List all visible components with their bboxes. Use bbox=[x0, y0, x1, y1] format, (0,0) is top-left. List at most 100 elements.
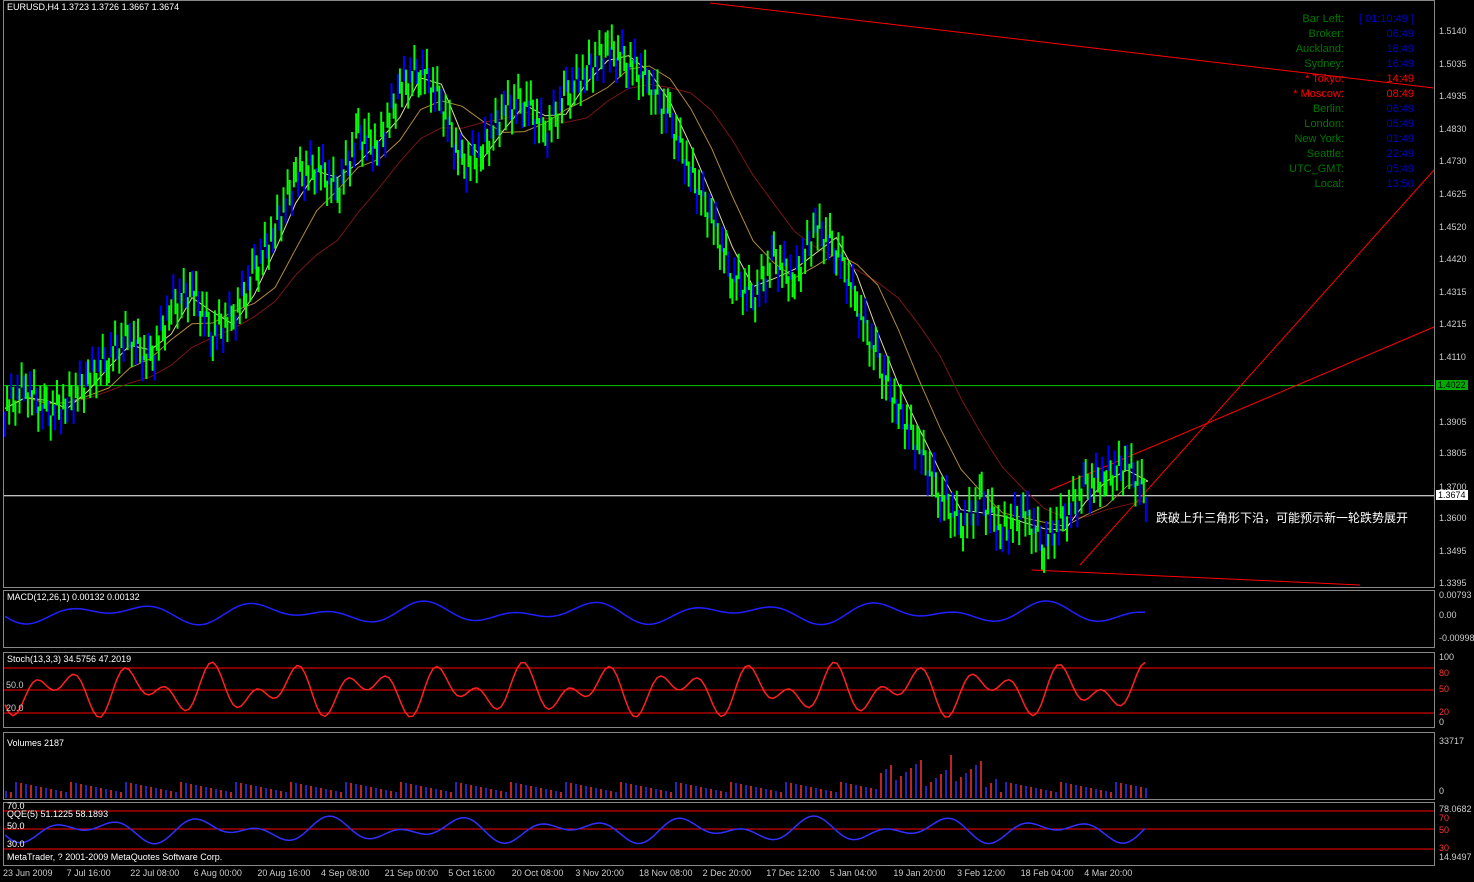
trendline-bottom bbox=[1031, 569, 1361, 586]
clock-value: 13:50 bbox=[1386, 178, 1414, 190]
volumes-axis: 33717 0 bbox=[1436, 732, 1474, 800]
time-tick: 6 Aug 00:00 bbox=[193, 868, 242, 878]
macd-axis: 0.00793 0.00 -0.00998 bbox=[1436, 590, 1474, 648]
clock-value: [ 01:10:49 ] bbox=[1358, 13, 1414, 25]
stoch-left-tick: 50.0 bbox=[6, 680, 24, 690]
macd-title: MACD(12,26,1) 0.00132 0.00132 bbox=[7, 592, 140, 602]
clock-label: * Tokyo: bbox=[1305, 73, 1344, 85]
price-tick: 1.4022 bbox=[1436, 379, 1468, 390]
price-tick: 1.4315 bbox=[1439, 286, 1467, 297]
time-tick: 23 Jun 2009 bbox=[3, 868, 53, 878]
stoch-tick: 0 bbox=[1439, 717, 1445, 727]
clock-row: Seattle: 22:49 bbox=[1234, 148, 1414, 160]
trendline-triangle-lower bbox=[1079, 169, 1435, 566]
qqe-tick: 14.9497 bbox=[1439, 852, 1472, 862]
price-axis: 1.5140 1.5035 1.4935 1.4830 1.4730 1.4625 1.45… bbox=[1436, 0, 1474, 588]
qqe-tick: 70 bbox=[1439, 813, 1450, 823]
ma-mid-line bbox=[4, 65, 1149, 527]
price-tick: 1.3905 bbox=[1439, 416, 1467, 427]
clock-label: UTC_GMT: bbox=[1289, 163, 1344, 175]
time-tick: 4 Mar 20:00 bbox=[1084, 868, 1133, 878]
clock-row: Bar Left: [ 01:10:49 ] bbox=[1234, 13, 1414, 25]
clock-value: 01:49 bbox=[1386, 133, 1414, 145]
price-tick: 1.4420 bbox=[1439, 253, 1467, 264]
clock-row: New York: 01:49 bbox=[1234, 133, 1414, 145]
time-tick: 3 Nov 20:00 bbox=[575, 868, 624, 878]
price-tick: 1.3600 bbox=[1439, 513, 1467, 524]
time-tick: 2 Dec 20:00 bbox=[702, 868, 752, 878]
clock-row: Berlin: 06:49 bbox=[1234, 103, 1414, 115]
clock-label: New York: bbox=[1294, 133, 1344, 145]
clock-label: * Moscow: bbox=[1293, 88, 1344, 100]
time-tick: 5 Jan 04:00 bbox=[829, 868, 877, 878]
clock-value: 22:49 bbox=[1386, 148, 1414, 160]
macd-pane[interactable]: MACD(12,26,1) 0.00132 0.00132 bbox=[3, 590, 1435, 648]
time-tick: 4 Sep 08:00 bbox=[321, 868, 370, 878]
clock-value: 06:49 bbox=[1386, 103, 1414, 115]
price-tick: 1.5140 bbox=[1439, 26, 1467, 36]
time-tick: 22 Jul 08:00 bbox=[130, 868, 180, 878]
clock-value: 14:49 bbox=[1386, 73, 1414, 85]
macd-tick: 0.00793 bbox=[1439, 590, 1472, 600]
clock-row: * Tokyo: 14:49 bbox=[1234, 73, 1414, 85]
volumes-title: Volumes 2187 bbox=[7, 738, 65, 748]
stoch-pane[interactable]: Stoch(13,3,3) 34.5756 47.2019 50.0 20.0 bbox=[3, 652, 1435, 728]
price-tick: 1.4520 bbox=[1439, 222, 1467, 233]
time-tick: 18 Nov 08:00 bbox=[639, 868, 693, 878]
volumes-tick: 33717 bbox=[1439, 736, 1465, 746]
clock-value: 18:49 bbox=[1386, 43, 1414, 55]
qqe-pane[interactable]: 70.0 QQE(5) 51.1225 58.1893 50.0 30.0 Me… bbox=[3, 801, 1435, 866]
qqe-axis: 78.0682 70 50 30 14.9497 bbox=[1436, 802, 1474, 866]
clock-value: 05:49 bbox=[1386, 163, 1414, 175]
clock-row: Broker: 06:49 bbox=[1234, 28, 1414, 40]
price-tick: 1.4110 bbox=[1439, 351, 1466, 362]
clock-row: Sydney: 16:49 bbox=[1234, 58, 1414, 70]
clock-label: Bar Left: bbox=[1302, 13, 1344, 25]
price-tick: 1.3395 bbox=[1439, 578, 1467, 588]
qqe-title: QQE(5) 51.1225 58.1893 bbox=[7, 809, 109, 819]
price-tick: 1.5035 bbox=[1439, 59, 1467, 70]
clock-label: Broker: bbox=[1308, 28, 1344, 40]
time-tick: 7 Jul 16:00 bbox=[66, 868, 111, 878]
clock-label: London: bbox=[1304, 118, 1344, 130]
time-tick: 20 Oct 08:00 bbox=[511, 868, 564, 878]
volumes-tick: 0 bbox=[1439, 786, 1445, 796]
volumes-pane[interactable]: Volumes 2187 bbox=[3, 732, 1435, 800]
chart-annotation: 跌破上升三角形下沿，可能预示新一轮跌势展开 bbox=[1156, 511, 1409, 525]
time-tick: 5 Oct 16:00 bbox=[448, 868, 495, 878]
time-tick: 18 Feb 04:00 bbox=[1020, 868, 1074, 878]
clock-label: Auckland: bbox=[1295, 43, 1344, 55]
clock-row: * Moscow: 08:49 bbox=[1234, 88, 1414, 100]
ma-fast-line bbox=[4, 55, 1149, 531]
clock-label: Berlin: bbox=[1312, 103, 1344, 115]
clock-row: UTC_GMT: 05:49 bbox=[1234, 163, 1414, 175]
price-tick: 1.3495 bbox=[1439, 546, 1467, 557]
stoch-tick: 100 bbox=[1439, 652, 1455, 662]
clock-row: London: 05:49 bbox=[1234, 118, 1414, 130]
price-tick: 1.4935 bbox=[1439, 90, 1467, 101]
clock-label: Local: bbox=[1314, 178, 1344, 190]
time-tick: 3 Feb 12:00 bbox=[957, 868, 1006, 878]
macd-tick: -0.00998 bbox=[1439, 633, 1474, 643]
time-tick: 20 Aug 16:00 bbox=[257, 868, 311, 878]
time-tick: 19 Jan 20:00 bbox=[893, 868, 946, 878]
clock-label: Seattle: bbox=[1306, 148, 1344, 160]
qqe-left-tick: 50.0 bbox=[7, 821, 25, 831]
copyright: MetaTrader, ? 2001-2009 MetaQuotes Softw… bbox=[7, 852, 223, 862]
stoch-tick: 50 bbox=[1439, 684, 1450, 694]
clock-value: 08:49 bbox=[1386, 88, 1414, 100]
ma-slow-line bbox=[4, 83, 1149, 519]
stoch-left-tick: 20.0 bbox=[6, 703, 24, 713]
price-tick: 1.4215 bbox=[1439, 318, 1467, 329]
qqe-tick: 50 bbox=[1439, 825, 1450, 835]
clock-value: 05:49 bbox=[1386, 118, 1414, 130]
clock-value: 16:49 bbox=[1386, 58, 1414, 70]
clock-label: Sydney: bbox=[1304, 58, 1344, 70]
price-tick: 1.3674 bbox=[1436, 489, 1468, 500]
macd-tick: 0.00 bbox=[1439, 610, 1457, 620]
stoch-tick: 20 bbox=[1439, 707, 1450, 717]
time-tick: 17 Dec 12:00 bbox=[766, 868, 820, 878]
stoch-title: Stoch(13,3,3) 34.5756 47.2019 bbox=[7, 654, 132, 664]
time-tick: 21 Sep 00:00 bbox=[384, 868, 439, 878]
price-tick: 1.4730 bbox=[1439, 155, 1467, 166]
